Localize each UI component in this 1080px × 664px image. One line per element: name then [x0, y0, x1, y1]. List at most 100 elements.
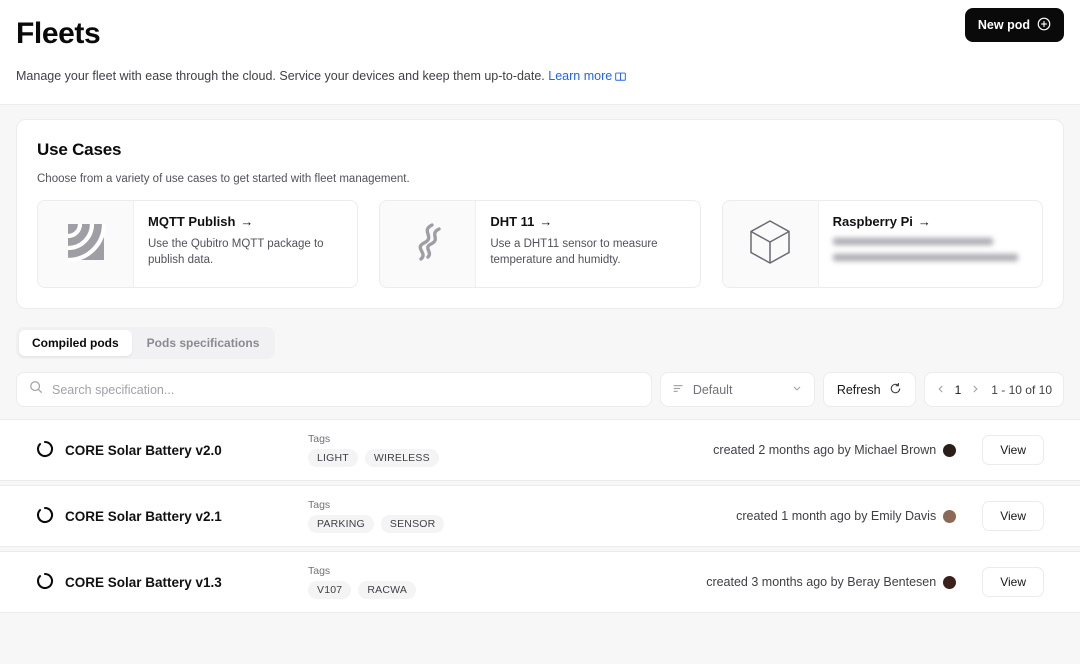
- page-subtitle-text: Manage your fleet with ease through the …: [16, 69, 545, 83]
- pods-list: CORE Solar Battery v2.0 Tags LIGHT WIREL…: [0, 419, 1080, 613]
- table-row[interactable]: CORE Solar Battery v1.3 Tags V107 RACWA …: [0, 551, 1080, 613]
- cube-icon: [747, 218, 793, 271]
- arrow-right-icon: →: [917, 214, 931, 229]
- use-case-card-dht-11[interactable]: DHT 11 → Use a DHT11 sensor to measure t…: [379, 200, 701, 288]
- pod-status-icon: [36, 572, 54, 593]
- avatar: [943, 509, 957, 523]
- pod-name-cell: CORE Solar Battery v1.3: [36, 572, 308, 593]
- page-header: Fleets Manage your fleet with ease throu…: [0, 0, 1080, 86]
- tag-badge: V107: [308, 581, 352, 599]
- pod-name: CORE Solar Battery v2.0: [65, 442, 222, 458]
- sort-select[interactable]: Default: [659, 372, 815, 407]
- tags-cell: Tags V107 RACWA: [308, 565, 608, 599]
- use-case-card-mqtt-publish[interactable]: MQTT Publish → Use the Qubitro MQTT pack…: [37, 200, 359, 288]
- page-content: Use Cases Choose from a variety of use c…: [0, 104, 1080, 664]
- tag-badge: WIRELESS: [364, 449, 439, 467]
- arrow-right-icon: →: [539, 214, 553, 229]
- pagination-range: 1 - 10 of 10: [991, 382, 1052, 397]
- tab-compiled-pods[interactable]: Compiled pods: [19, 330, 132, 356]
- search-input[interactable]: [52, 382, 639, 397]
- tags-list: PARKING SENSOR: [308, 515, 608, 533]
- tag-badge: SENSOR: [380, 515, 445, 533]
- tags-label: Tags: [308, 565, 331, 577]
- pod-status-icon: [36, 440, 54, 461]
- search-icon: [29, 380, 43, 399]
- pagination-next-button[interactable]: [970, 383, 980, 397]
- redacted-line: [832, 238, 993, 245]
- pods-tabs: Compiled pods Pods specifications: [16, 327, 276, 359]
- pagination: 1 1 - 10 of 10: [923, 372, 1064, 407]
- tag-badge: LIGHT: [308, 449, 358, 467]
- tags-cell: Tags PARKING SENSOR: [308, 499, 608, 533]
- pod-created-text: created 2 months ago by Michael Brown: [713, 443, 937, 457]
- view-button[interactable]: View: [982, 567, 1044, 597]
- use-case-card-raspberry-pi[interactable]: Raspberry Pi →: [721, 200, 1043, 288]
- new-pod-button[interactable]: New pod: [964, 8, 1064, 42]
- use-case-description: Use the Qubitro MQTT package to publish …: [148, 238, 324, 266]
- search-container[interactable]: [16, 372, 652, 407]
- use-case-thumbnail: [38, 201, 134, 287]
- use-case-body: MQTT Publish → Use the Qubitro MQTT pack…: [134, 201, 352, 287]
- tags-list: LIGHT WIRELESS: [308, 449, 608, 467]
- tag-badge: PARKING: [308, 515, 374, 533]
- sort-value: Default: [692, 382, 733, 397]
- use-case-name: DHT 11 →: [490, 214, 680, 229]
- learn-more-label: Learn more: [548, 69, 613, 83]
- use-case-thumbnail: [722, 201, 819, 287]
- tags-cell: Tags LIGHT WIRELESS: [308, 433, 608, 467]
- pod-name-cell: CORE Solar Battery v2.1: [36, 506, 308, 527]
- use-case-description-redacted: [832, 238, 1018, 261]
- use-case-name-label: MQTT Publish: [148, 214, 236, 229]
- avatar: [943, 575, 957, 589]
- use-case-name-label: Raspberry Pi: [832, 214, 913, 229]
- avatar: [943, 443, 957, 457]
- refresh-icon: [889, 382, 902, 398]
- use-cases-subtitle: Choose from a variety of use cases to ge…: [37, 173, 410, 185]
- pagination-prev-button[interactable]: [936, 383, 946, 397]
- pod-name-cell: CORE Solar Battery v2.0: [36, 440, 308, 461]
- rss-signal-icon: [64, 220, 108, 269]
- pagination-current-page: 1: [954, 382, 962, 397]
- pod-status-icon: [36, 506, 54, 527]
- refresh-label: Refresh: [836, 382, 881, 397]
- view-button[interactable]: View: [982, 435, 1044, 465]
- use-cases-card: Use Cases Choose from a variety of use c…: [16, 119, 1064, 309]
- use-case-thumbnail: [380, 201, 477, 287]
- table-row[interactable]: CORE Solar Battery v2.1 Tags PARKING SEN…: [0, 485, 1080, 547]
- redacted-line: [832, 254, 1018, 261]
- page-title: Fleets: [16, 17, 101, 50]
- page-subtitle: Manage your fleet with ease through the …: [16, 68, 1064, 86]
- pod-meta-cell: created 2 months ago by Michael Brown: [608, 443, 982, 457]
- use-case-body: DHT 11 → Use a DHT11 sensor to measure t…: [476, 201, 694, 287]
- pod-created-text: created 3 months ago by Beray Bentesen: [706, 575, 937, 589]
- use-cases-title: Use Cases: [37, 140, 122, 159]
- pod-created-text: created 1 month ago by Emily Davis: [736, 509, 937, 523]
- plus-circle-icon: [1037, 17, 1051, 34]
- list-toolbar: Default Refresh 1: [16, 372, 1064, 407]
- tags-label: Tags: [308, 499, 331, 511]
- refresh-button[interactable]: Refresh: [822, 372, 916, 407]
- learn-more-link[interactable]: Learn more: [548, 69, 612, 83]
- view-button[interactable]: View: [982, 501, 1044, 531]
- tab-pods-specifications[interactable]: Pods specifications: [134, 330, 273, 356]
- chevron-down-icon: [791, 382, 803, 397]
- pod-name: CORE Solar Battery v2.1: [65, 508, 222, 524]
- tags-label: Tags: [308, 433, 331, 445]
- pod-meta-cell: created 1 month ago by Emily Davis: [608, 509, 982, 523]
- new-pod-label: New pod: [977, 18, 1030, 32]
- use-case-name: Raspberry Pi →: [833, 214, 1018, 229]
- use-case-name: MQTT Publish →: [148, 214, 338, 229]
- arrow-right-icon: →: [240, 214, 254, 229]
- fleets-page: Fleets Manage your fleet with ease throu…: [0, 0, 1080, 664]
- tags-list: V107 RACWA: [308, 581, 608, 599]
- use-case-body: Raspberry Pi →: [819, 201, 1032, 287]
- sort-icon: [672, 382, 685, 398]
- use-cases-grid: MQTT Publish → Use the Qubitro MQTT pack…: [37, 200, 1043, 288]
- use-case-name-label: DHT 11: [490, 214, 535, 229]
- book-icon: [615, 70, 627, 86]
- use-case-description: Use a DHT11 sensor to measure temperatur…: [490, 238, 658, 266]
- steam-wave-icon: [408, 220, 448, 269]
- tag-badge: RACWA: [358, 581, 417, 599]
- table-row[interactable]: CORE Solar Battery v2.0 Tags LIGHT WIREL…: [0, 419, 1080, 481]
- pod-name: CORE Solar Battery v1.3: [65, 574, 222, 590]
